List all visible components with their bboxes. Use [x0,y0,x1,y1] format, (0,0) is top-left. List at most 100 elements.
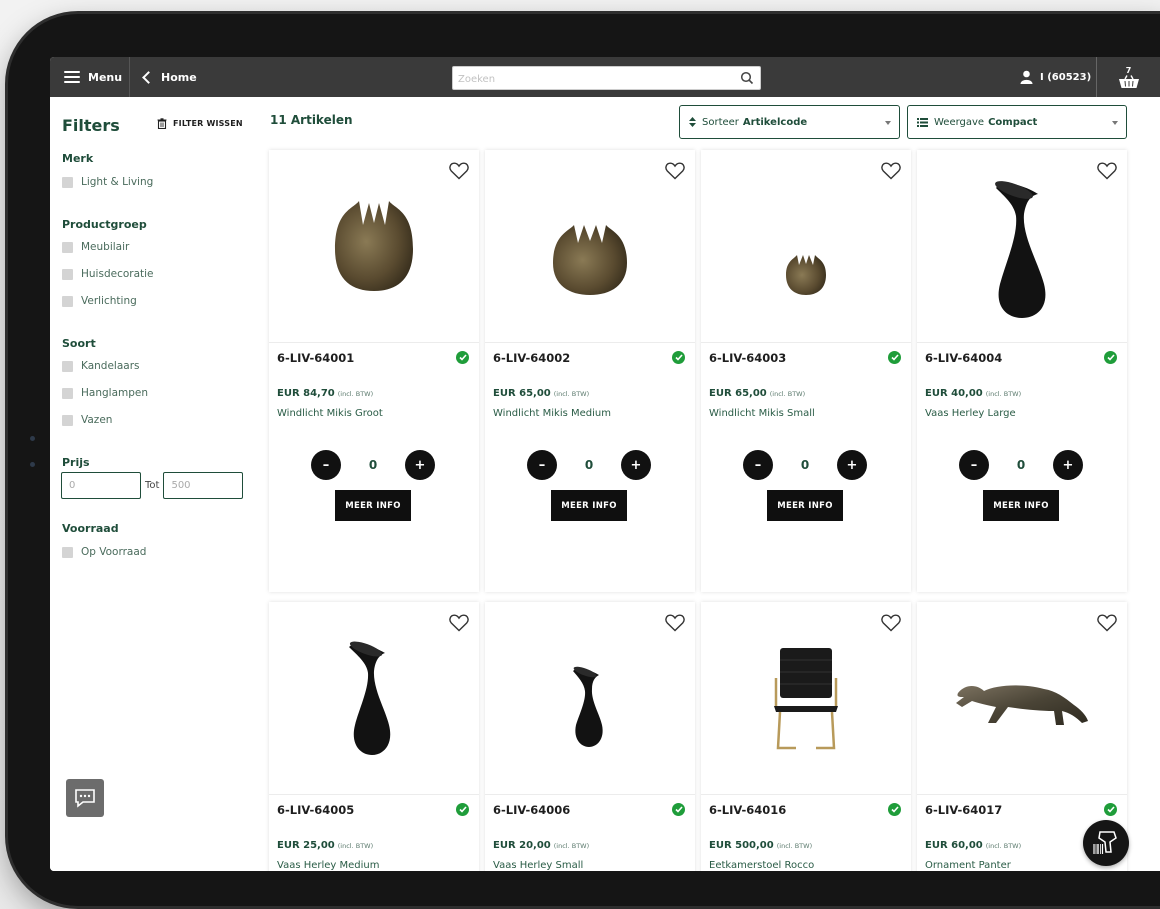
product-code: 6-LIV-64017 [925,803,1003,817]
filter-option[interactable]: Op Voorraad [62,546,146,558]
filter-option-label: Verlichting [81,295,137,307]
more-info-button[interactable]: MEER INFO [335,490,411,521]
home-button[interactable]: Home [140,57,197,97]
filter-option[interactable]: Light & Living [62,176,153,188]
heart-icon[interactable] [665,614,685,632]
view-value: Compact [988,116,1038,128]
product-image[interactable] [917,150,1127,342]
increase-button[interactable]: + [620,450,651,480]
filter-option[interactable]: Huisdecoratie [62,268,154,280]
product-name[interactable]: Windlicht Mikis Groot [277,408,383,419]
product-image[interactable] [917,602,1127,794]
checkbox[interactable] [62,295,73,307]
checkbox[interactable] [62,268,73,280]
heart-icon[interactable] [449,162,469,180]
price-from-input[interactable] [61,472,141,499]
filter-option-label: Vazen [81,414,113,426]
vat-note: (incl. BTW) [553,842,590,850]
price-to-label: Tot [145,480,160,491]
filter-option[interactable]: Vazen [62,414,112,426]
product-image[interactable] [701,150,911,342]
filter-option[interactable]: Kandelaars [62,360,140,372]
product-card[interactable]: 6-LIV-64006 EUR 20,00 (incl. BTW) Vaas He… [485,602,695,871]
product-name[interactable]: Eetkamerstoel Rocco [709,860,814,871]
section-title-voorraad: Voorraad [62,522,119,535]
heart-icon[interactable] [665,162,685,180]
product-code: 6-LIV-64016 [709,803,787,817]
product-card[interactable]: 6-LIV-64003 EUR 65,00 (incl. BTW) Windlic… [701,150,911,592]
product-name[interactable]: Vaas Herley Small [493,860,583,871]
quantity-value[interactable]: 0 [801,458,809,472]
barcode-scanner-button[interactable] [1083,820,1129,866]
bronze-tulip-image [335,201,413,291]
checkbox[interactable] [62,176,73,188]
chat-button[interactable] [66,779,104,817]
product-image[interactable] [485,602,695,794]
search-input[interactable] [453,68,723,91]
chevron-down-icon [1112,121,1118,125]
vat-note: (incl. BTW) [985,390,1022,398]
checkbox[interactable] [62,387,73,399]
checkbox[interactable] [62,241,73,253]
quantity-value[interactable]: 0 [369,458,377,472]
product-card[interactable]: 6-LIV-64002 EUR 65,00 (incl. BTW) Windlic… [485,150,695,592]
filter-clear-button[interactable]: FILTER WISSEN [157,118,243,129]
quantity-value[interactable]: 0 [585,458,593,472]
checkbox[interactable] [62,360,73,372]
menu-button[interactable]: Menu [50,57,130,97]
heart-icon[interactable] [1097,162,1117,180]
heart-icon[interactable] [449,614,469,632]
quantity-stepper: – 0 + [743,450,867,480]
checkbox[interactable] [62,414,73,426]
product-name[interactable]: Ornament Panter [925,860,1011,871]
more-info-button[interactable]: MEER INFO [983,490,1059,521]
filter-option-label: Light & Living [81,176,154,188]
product-image[interactable] [485,150,695,342]
product-card[interactable]: 6-LIV-64001 EUR 84,70 (incl. BTW) Windlic… [269,150,479,592]
list-icon [917,117,928,127]
view-select[interactable]: Weergave Compact [907,105,1127,139]
product-card[interactable]: 6-LIV-64016 EUR 500,00 (incl. BTW) Eetkam… [701,602,911,871]
increase-button[interactable]: + [836,450,867,480]
decrease-button[interactable]: – [527,450,557,480]
decrease-button[interactable]: – [743,450,773,480]
more-info-button[interactable]: MEER INFO [767,490,843,521]
price-value: EUR 20,00 [493,840,551,851]
chevron-down-icon [885,121,891,125]
sort-select[interactable]: Sorteer Artikelcode [679,105,900,139]
heart-icon[interactable] [1097,614,1117,632]
filter-option[interactable]: Hanglampen [62,387,148,399]
in-stock-check-icon [888,803,901,816]
user-account[interactable]: I (60523) [1020,57,1091,97]
product-card[interactable]: 6-LIV-64005 EUR 25,00 (incl. BTW) Vaas He… [269,602,479,871]
black-chair-image [774,648,838,750]
price-to-input[interactable] [163,472,244,499]
filter-option[interactable]: Meubilair [62,241,129,253]
product-image[interactable] [269,602,479,794]
heart-icon[interactable] [881,162,901,180]
checkbox[interactable] [62,546,73,558]
more-info-button[interactable]: MEER INFO [551,490,627,521]
product-image[interactable] [269,150,479,342]
product-price: EUR 500,00 (incl. BTW) [709,840,812,851]
product-name[interactable]: Windlicht Mikis Small [709,408,815,419]
quantity-stepper: – 0 + [311,450,435,480]
divider [269,794,479,795]
product-price: EUR 84,70 (incl. BTW) [277,388,373,399]
price-value: EUR 84,70 [277,388,335,399]
price-value: EUR 25,00 [277,840,335,851]
quantity-value[interactable]: 0 [1017,458,1025,472]
product-card[interactable]: 6-LIV-64004 EUR 40,00 (incl. BTW) Vaas He… [917,150,1127,592]
increase-button[interactable]: + [404,450,435,480]
filter-option[interactable]: Verlichting [62,295,137,307]
product-name[interactable]: Vaas Herley Large [925,408,1016,419]
heart-icon[interactable] [881,614,901,632]
search-icon[interactable] [740,71,754,85]
product-image[interactable] [701,602,911,794]
decrease-button[interactable]: – [311,450,341,480]
decrease-button[interactable]: – [959,450,989,480]
product-name[interactable]: Vaas Herley Medium [277,860,380,871]
increase-button[interactable]: + [1052,450,1083,480]
product-name[interactable]: Windlicht Mikis Medium [493,408,611,419]
cart-button[interactable]: 7 [1096,57,1160,97]
